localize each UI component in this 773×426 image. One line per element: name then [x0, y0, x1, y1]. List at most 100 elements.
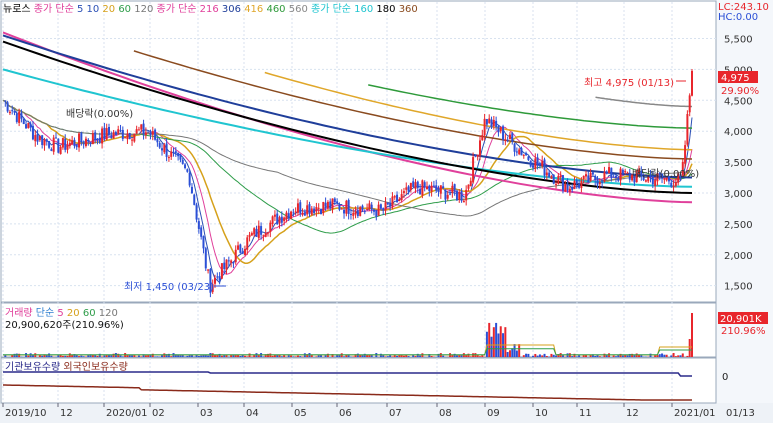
candle-body — [193, 195, 195, 205]
candle-body — [237, 245, 239, 249]
volume-bar — [488, 323, 490, 357]
legend-item: 10 — [83, 4, 99, 15]
volume-bar — [532, 356, 534, 357]
candle-body — [364, 211, 366, 212]
x-axis-label: 2021/01 — [674, 408, 716, 419]
volume-bar — [221, 356, 223, 357]
volume-bar — [486, 332, 488, 357]
candle-body — [244, 249, 246, 255]
candle-body — [216, 276, 218, 277]
volume-bar — [299, 356, 301, 357]
candle-body — [421, 180, 423, 195]
candle-body — [546, 173, 548, 176]
volume-bar — [67, 356, 69, 357]
candle-body — [76, 145, 78, 148]
candle-body — [447, 195, 449, 199]
candle-body — [80, 133, 82, 142]
candle-body — [9, 112, 11, 113]
volume-bar — [518, 344, 520, 357]
candle-body — [617, 178, 619, 181]
volume-bar — [235, 356, 237, 357]
candle-body — [299, 202, 301, 213]
legend-item: 종가 단순 — [308, 3, 351, 15]
legend-item: 306 — [219, 4, 241, 15]
candle-body — [147, 132, 149, 133]
volume-bar — [179, 356, 181, 357]
x-axis-label: 08 — [439, 408, 452, 419]
volume-bar — [571, 356, 573, 357]
volume-bar — [78, 356, 80, 357]
candle-body — [149, 132, 151, 135]
candle-body — [279, 217, 281, 223]
candle-body — [219, 276, 221, 280]
candle-body — [433, 186, 435, 187]
candle-body — [615, 176, 617, 178]
candle-body — [184, 164, 186, 168]
volume-bar — [493, 327, 495, 357]
volume-bar — [246, 356, 248, 357]
candle-body — [486, 119, 488, 125]
volume-bar — [419, 356, 421, 357]
volume-bar — [262, 356, 264, 357]
volume-bar — [83, 356, 85, 357]
candle-body — [507, 140, 509, 141]
candle-body — [458, 192, 460, 200]
legend-item: 60 — [115, 4, 131, 15]
candle-body — [285, 213, 287, 220]
candle-body — [419, 189, 421, 194]
volume-bar — [27, 356, 29, 357]
candle-body — [265, 233, 267, 237]
candle-body — [308, 204, 310, 214]
x-axis-label: 05 — [294, 408, 307, 419]
candle-body — [173, 152, 175, 153]
candle-body — [48, 141, 50, 148]
volume-bar — [161, 355, 163, 357]
candle-body — [214, 278, 216, 284]
candle-body — [684, 145, 686, 164]
volume-bar — [537, 356, 539, 357]
candle-body — [573, 181, 575, 189]
candle-body — [226, 260, 228, 270]
legend-item: 외국인보유수량 — [60, 361, 128, 373]
candle-body — [338, 204, 340, 209]
candle-body — [103, 128, 105, 139]
volume-bar — [138, 356, 140, 357]
candle-body — [564, 184, 566, 191]
holdings-zero-label: 0 — [722, 372, 728, 383]
price-legend: 뉴로스 종가 단순 5 10 20 60 120 종가 단순 216 306 4… — [3, 3, 418, 15]
candle-body — [166, 143, 168, 156]
candle-body — [548, 173, 550, 178]
candle-body — [334, 199, 336, 202]
holdings-legend: 기관보유수량 외국인보유수량 — [5, 361, 128, 373]
candle-body — [385, 202, 387, 210]
volume-bar — [539, 354, 541, 357]
candle-body — [30, 124, 32, 128]
candle-body — [428, 186, 430, 191]
candle-body — [527, 157, 529, 160]
volume-bar — [103, 356, 105, 357]
volume-bar — [122, 356, 124, 357]
volume-bar — [202, 355, 204, 357]
volume-bar — [403, 356, 405, 357]
y-axis-panel — [716, 0, 773, 423]
volume-bar — [76, 355, 78, 357]
volume-readout: 20,900,620주(210.96%) — [5, 320, 124, 331]
volume-change-label: 210.96% — [721, 326, 766, 337]
volume-tag-label: 20,901K — [720, 314, 762, 325]
dividend-left-annotation: 배당락(0.00%) — [66, 108, 133, 120]
candle-body — [479, 140, 481, 155]
candle-body — [302, 213, 304, 215]
candle-body — [207, 270, 209, 271]
candle-body — [133, 134, 135, 142]
candle-body — [223, 263, 225, 269]
volume-bar — [196, 355, 198, 357]
candle-body — [380, 204, 382, 209]
candle-body — [34, 135, 36, 141]
candle-body — [228, 260, 230, 261]
x-axis-label: 12 — [60, 408, 73, 419]
candle-body — [138, 129, 140, 130]
candle-body — [467, 185, 469, 189]
candle-body — [175, 151, 177, 153]
x-axis-label: 06 — [339, 408, 352, 419]
candle-body — [516, 151, 518, 152]
